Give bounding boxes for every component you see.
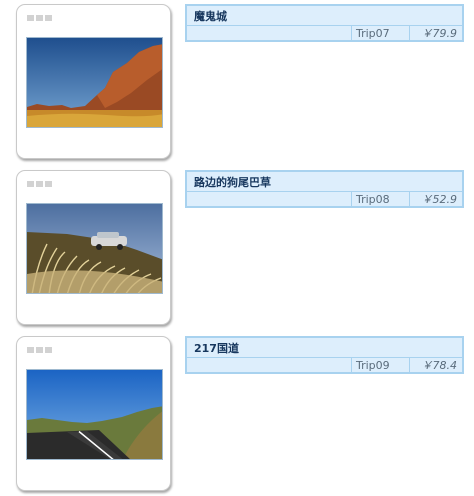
product-card-2[interactable] bbox=[16, 170, 171, 325]
product-image-1[interactable] bbox=[26, 37, 163, 128]
product-price: ￥52.9 bbox=[421, 193, 458, 206]
product-title[interactable]: 魔鬼城 bbox=[194, 10, 227, 24]
product-code: Trip08 bbox=[351, 192, 410, 207]
card-handle-icon bbox=[27, 181, 52, 187]
product-title[interactable]: 217国道 bbox=[194, 342, 239, 356]
product-image-2[interactable] bbox=[26, 203, 163, 294]
product-image-3[interactable] bbox=[26, 369, 163, 460]
product-info-2: 路边的狗尾巴草 Trip08 ￥52.9 bbox=[185, 170, 464, 208]
product-meta-row: Trip09 ￥78.4 bbox=[187, 357, 462, 373]
product-meta-row: Trip08 ￥52.9 bbox=[187, 191, 462, 207]
product-price: ￥79.9 bbox=[421, 27, 458, 40]
card-handle-icon bbox=[27, 347, 52, 353]
card-handle-icon bbox=[27, 15, 52, 21]
product-meta-row: Trip07 ￥79.9 bbox=[187, 25, 462, 41]
product-code: Trip07 bbox=[351, 26, 410, 41]
product-title[interactable]: 路边的狗尾巴草 bbox=[194, 176, 271, 190]
product-code: Trip09 bbox=[351, 358, 410, 373]
product-card-1[interactable] bbox=[16, 4, 171, 159]
product-card-3[interactable] bbox=[16, 336, 171, 491]
product-price: ￥78.4 bbox=[421, 359, 458, 372]
product-info-3: 217国道 Trip09 ￥78.4 bbox=[185, 336, 464, 374]
product-info-1: 魔鬼城 Trip07 ￥79.9 bbox=[185, 4, 464, 42]
